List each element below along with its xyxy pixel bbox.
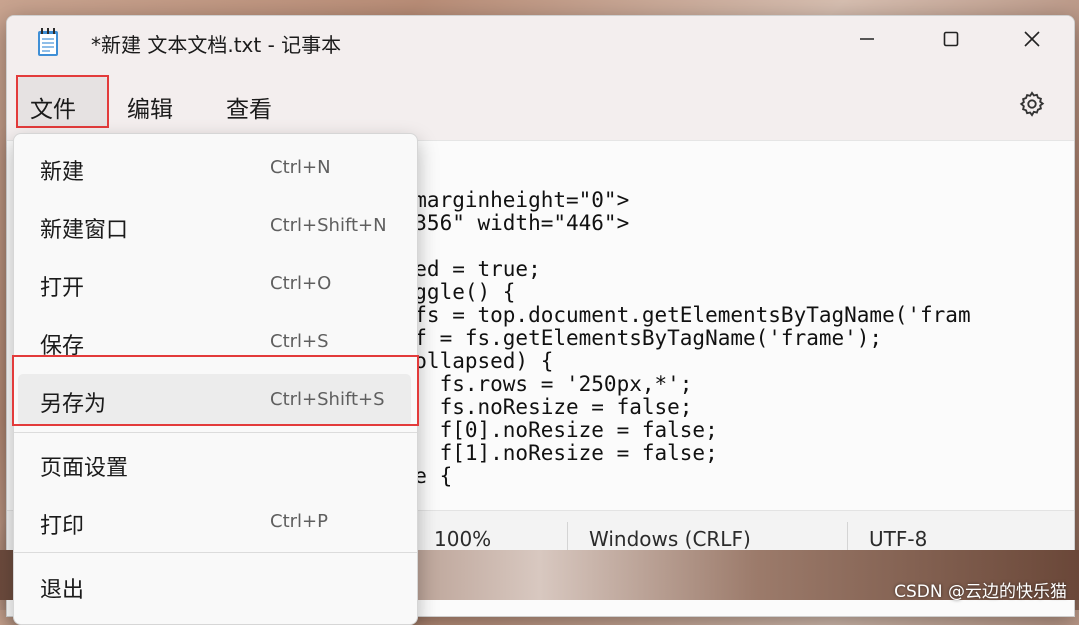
code-line: f[1].noResize = false; [389,441,718,465]
menu-item-label: 退出 [40,578,85,603]
menu-item-shortcut: Ctrl+N [270,157,331,178]
menu-item-label: 打开 [40,276,85,301]
menu-separator [14,432,417,433]
menu-item-label: 新建 [40,160,85,185]
minimize-icon [860,38,874,40]
menu-separator [14,552,417,553]
code-line: marginheight="0"> [389,188,630,212]
gear-icon[interactable] [1018,90,1046,118]
maximize-icon [943,31,959,47]
code-line: ="356" width="446"> [389,211,630,235]
file-menu-highlight-box [16,75,109,128]
window-title: *新建 文本文档.txt - 记事本 [91,33,342,57]
line-ending[interactable]: Windows (CRLF) [589,527,751,551]
menu-item-shortcut: Ctrl+O [270,273,332,294]
title-bar: *新建 文本文档.txt - 记事本 [7,16,1074,68]
save-as-highlight-box [12,355,419,426]
menu-item-label: 打印 [40,514,85,539]
close-icon [1024,31,1040,47]
status-divider [847,522,848,552]
menu-view[interactable]: 查看 [220,90,278,124]
menu-item-label: 新建窗口 [40,218,129,243]
menu-item-shortcut: Ctrl+Shift+N [270,215,387,236]
menu-item-exit[interactable]: 退出 [18,560,411,612]
minimize-button[interactable] [837,16,897,62]
close-button[interactable] [1002,16,1062,62]
menu-item-shortcut: Ctrl+S [270,331,329,352]
menu-item-print[interactable]: 打印 Ctrl+P [18,496,411,548]
menu-bar: 文件 编辑 查看 [7,68,1074,140]
code-line: fs.rows = '250px,*'; [389,372,693,396]
menu-item-shortcut: Ctrl+P [270,511,328,532]
maximize-button[interactable] [921,16,981,62]
menu-item-page-setup[interactable]: 页面设置 [18,438,411,490]
menu-edit[interactable]: 编辑 [121,90,179,124]
code-line: fs.noResize = false; [389,395,693,419]
code-line: fs = top.document.getElementsByTagName('… [389,303,971,327]
notepad-icon [38,28,58,56]
code-line: f = fs.getElementsByTagName('frame'); [389,326,883,350]
menu-item-new-window[interactable]: 新建窗口 Ctrl+Shift+N [18,200,411,252]
watermark-text: CSDN @云边的快乐猫 [894,582,1067,602]
encoding[interactable]: UTF-8 [869,527,927,551]
code-line: f[0].noResize = false; [389,418,718,442]
status-divider [567,522,568,552]
menu-item-open[interactable]: 打开 Ctrl+O [18,258,411,310]
zoom-level[interactable]: 100% [434,527,491,551]
menu-item-label: 页面设置 [40,456,129,481]
menu-item-new[interactable]: 新建 Ctrl+N [18,142,411,194]
